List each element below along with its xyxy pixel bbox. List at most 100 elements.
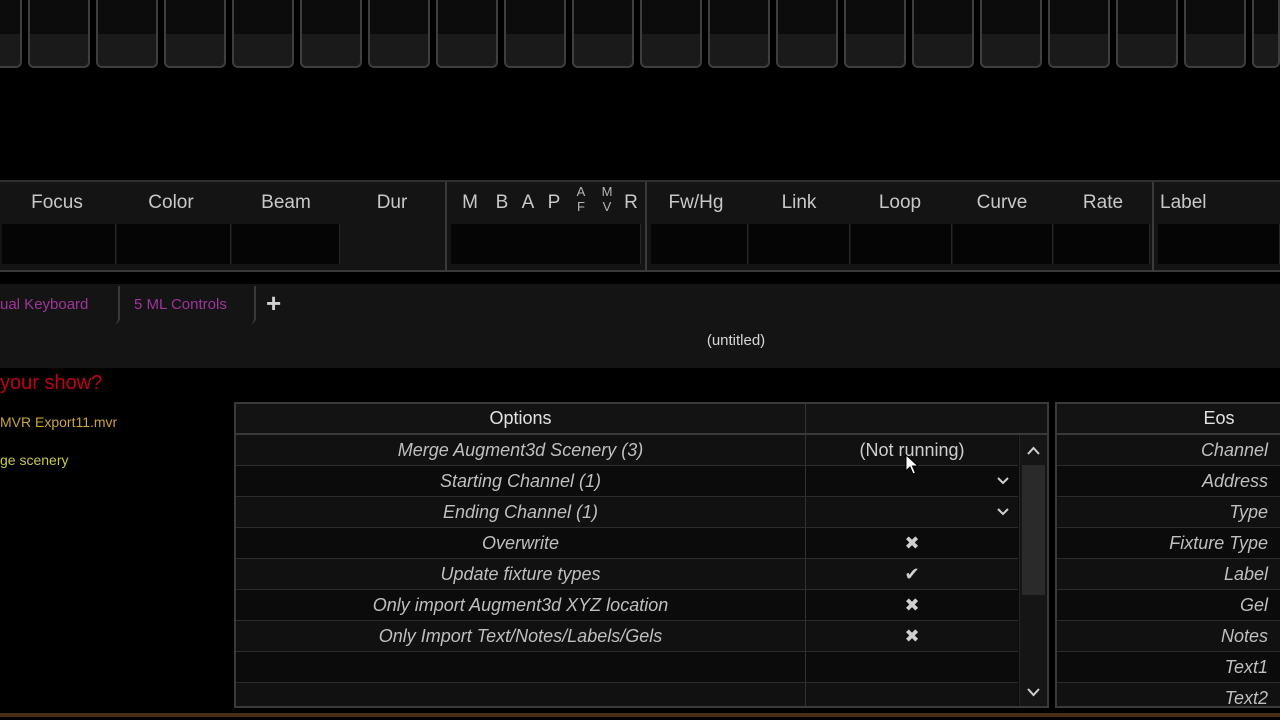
- softkey-row: [0, 0, 1280, 72]
- focus-label[interactable]: Focus: [31, 192, 83, 214]
- softkey[interactable]: [164, 0, 226, 68]
- label-label[interactable]: Label: [1160, 192, 1207, 214]
- softkey[interactable]: [504, 0, 566, 68]
- rate-label[interactable]: Rate: [1083, 192, 1123, 214]
- option-name: Update fixture types: [236, 559, 806, 589]
- softkey[interactable]: [300, 0, 362, 68]
- softkey[interactable]: [0, 0, 22, 68]
- softkey[interactable]: [912, 0, 974, 68]
- softkey[interactable]: [844, 0, 906, 68]
- curve-label[interactable]: Curve: [977, 192, 1028, 214]
- flags-cell[interactable]: [451, 224, 641, 264]
- dur-label[interactable]: Dur: [377, 192, 408, 214]
- selected-file-name[interactable]: MVR Export11.mvr: [0, 414, 117, 430]
- eos-row-type[interactable]: Type: [1057, 497, 1280, 528]
- options-scrollbar[interactable]: [1019, 435, 1047, 706]
- softkey[interactable]: [28, 0, 90, 68]
- eos-row-text2[interactable]: Text2: [1057, 683, 1280, 706]
- softkey[interactable]: [776, 0, 838, 68]
- merge-scenery-label[interactable]: ge scenery: [0, 452, 68, 468]
- softkey[interactable]: [96, 0, 158, 68]
- softkey[interactable]: [436, 0, 498, 68]
- option-name: [236, 652, 806, 682]
- softkey[interactable]: [232, 0, 294, 68]
- beam-label[interactable]: Beam: [261, 192, 311, 214]
- softkey[interactable]: [1116, 0, 1178, 68]
- tab-virtual-keyboard[interactable]: ual Keyboard: [0, 286, 120, 324]
- color-label[interactable]: Color: [148, 192, 193, 214]
- link-label[interactable]: Link: [782, 192, 817, 214]
- eos-field: Label: [1223, 564, 1268, 584]
- add-tab-button[interactable]: +: [266, 288, 281, 319]
- eos-field: Gel: [1239, 595, 1268, 615]
- rate-cell[interactable]: [1054, 224, 1150, 264]
- softkey[interactable]: [368, 0, 430, 68]
- softkey[interactable]: [708, 0, 770, 68]
- chevron-up-icon[interactable]: [1020, 437, 1047, 465]
- option-row-ending-channel[interactable]: Ending Channel (1): [236, 497, 1018, 528]
- fw-hg-cell[interactable]: [651, 224, 748, 264]
- flag-r-label[interactable]: R: [624, 192, 638, 214]
- eos-row-address[interactable]: Address: [1057, 466, 1280, 497]
- flag-af-bottom: F: [577, 199, 585, 214]
- loop-label[interactable]: Loop: [879, 192, 921, 214]
- eos-row-fixture-type[interactable]: Fixture Type: [1057, 528, 1280, 559]
- tab-ml-controls[interactable]: 5 ML Controls: [120, 286, 256, 324]
- chevron-down-icon[interactable]: [1020, 678, 1047, 706]
- chevron-down-icon[interactable]: [996, 475, 1010, 487]
- flag-p-label[interactable]: P: [548, 192, 561, 214]
- options-header-label: Options: [236, 404, 806, 433]
- column-divider: [645, 182, 647, 270]
- link-cell[interactable]: [749, 224, 850, 264]
- option-row-xyz-location[interactable]: Only import Augment3d XYZ location ✖: [236, 590, 1018, 621]
- option-row-empty: [236, 683, 1018, 706]
- flag-af-label[interactable]: AF: [577, 184, 586, 214]
- option-row-text-notes[interactable]: Only Import Text/Notes/Labels/Gels ✖: [236, 621, 1018, 652]
- focus-cell[interactable]: [2, 224, 116, 264]
- eos-rows: Channel Address Type Fixture Type Label …: [1057, 435, 1280, 706]
- eos-row-gel[interactable]: Gel: [1057, 590, 1280, 621]
- cross-icon[interactable]: ✖: [806, 590, 1018, 620]
- loop-cell[interactable]: [851, 224, 952, 264]
- attribute-bar: Focus Color Beam Dur M B A P AF MV R Fw/…: [0, 180, 1280, 272]
- flag-mv-label[interactable]: MV: [602, 184, 613, 214]
- label-cell[interactable]: [1158, 224, 1280, 264]
- scrollbar-thumb[interactable]: [1022, 465, 1045, 595]
- softkey[interactable]: [640, 0, 702, 68]
- check-icon[interactable]: ✔: [806, 559, 1018, 589]
- softkey[interactable]: [1048, 0, 1110, 68]
- curve-cell[interactable]: [953, 224, 1053, 264]
- options-header: Options: [236, 404, 1047, 435]
- option-row-overwrite[interactable]: Overwrite ✖: [236, 528, 1018, 559]
- cross-icon[interactable]: ✖: [806, 528, 1018, 558]
- fw-hg-label[interactable]: Fw/Hg: [669, 192, 724, 214]
- option-name: Merge Augment3d Scenery (3): [236, 435, 806, 465]
- softkey[interactable]: [1252, 0, 1280, 68]
- eos-field: Fixture Type: [1169, 533, 1268, 553]
- option-name: Starting Channel (1): [236, 466, 806, 496]
- flag-b-label[interactable]: B: [496, 192, 509, 214]
- options-rows: Merge Augment3d Scenery (3) (Not running…: [236, 435, 1018, 706]
- option-row-merge-scenery[interactable]: Merge Augment3d Scenery (3) (Not running…: [236, 435, 1018, 466]
- footer-divider: [0, 713, 1280, 717]
- column-divider: [1152, 182, 1154, 270]
- wizard-prompt: your show?: [0, 372, 103, 394]
- eos-row-channel[interactable]: Channel: [1057, 435, 1280, 466]
- softkey[interactable]: [980, 0, 1042, 68]
- flag-m-label[interactable]: M: [462, 192, 478, 214]
- softkey[interactable]: [1184, 0, 1246, 68]
- eos-row-label[interactable]: Label: [1057, 559, 1280, 590]
- color-cell[interactable]: [117, 224, 231, 264]
- eos-field: Address: [1201, 471, 1268, 491]
- eos-row-notes[interactable]: Notes: [1057, 621, 1280, 652]
- beam-cell[interactable]: [232, 224, 340, 264]
- cross-icon[interactable]: ✖: [806, 621, 1018, 651]
- option-row-update-fixture-types[interactable]: Update fixture types ✔: [236, 559, 1018, 590]
- chevron-down-icon[interactable]: [996, 506, 1010, 518]
- mouse-cursor-icon: [905, 454, 919, 475]
- eos-row-text1[interactable]: Text1: [1057, 652, 1280, 683]
- option-row-starting-channel[interactable]: Starting Channel (1): [236, 466, 1018, 497]
- flag-a-label[interactable]: A: [522, 192, 535, 214]
- softkey[interactable]: [572, 0, 634, 68]
- option-name: Ending Channel (1): [236, 497, 806, 527]
